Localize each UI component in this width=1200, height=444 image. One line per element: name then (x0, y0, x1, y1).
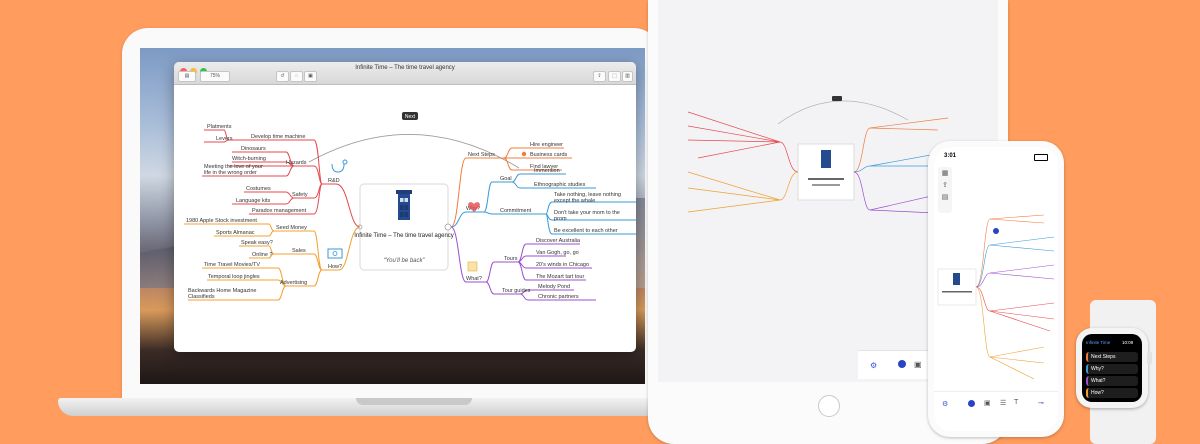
topic-safety[interactable]: Safety (292, 192, 308, 198)
topic-take-nothing-line-2: except the whale (554, 198, 595, 204)
sticky-note-icon (467, 261, 478, 272)
topic-next-steps[interactable]: Next Steps (468, 152, 495, 158)
police-box-icon (396, 190, 412, 220)
mindmap-canvas[interactable]: Next Infinite Time – The time travel age… (174, 84, 636, 352)
topic-discover-australia[interactable]: Discover Australia (536, 238, 581, 244)
topic-chicago[interactable]: 20's winds in Chicago (536, 262, 589, 268)
topic-costumes[interactable]: Costumes (246, 186, 271, 192)
watch-item-what[interactable]: What? (1086, 376, 1138, 386)
central-topic-title: Infinite Time – The time travel agency (354, 233, 454, 239)
topic-mozart[interactable]: The Mozart tart tour (536, 274, 584, 280)
iphone-add-icon[interactable] (968, 400, 975, 407)
topic-language-kits[interactable]: Language kits (236, 198, 270, 204)
topic-apple-stock[interactable]: 1980 Apple Stock investment (186, 218, 257, 224)
topic-advertising[interactable]: Advertising (280, 280, 307, 286)
topic-commitment[interactable]: Commitment (500, 208, 532, 214)
inspector-button[interactable]: ▥ (622, 71, 633, 82)
share-icon: ⇪ (597, 73, 602, 79)
sidebar-icon: ▤ (184, 73, 190, 79)
topic-hire-engineer[interactable]: Hire engineer (530, 142, 563, 148)
topic-chronic-partners[interactable]: Chronic partners (538, 294, 579, 300)
watch-item-next-steps[interactable]: Next Steps (1086, 352, 1138, 362)
topic-dinosaurs[interactable]: Dinosaurs (241, 146, 266, 152)
window-titlebar: Infinite Time – The time travel agency ▤… (174, 62, 636, 85)
watch-screen: Infinite Time 10:09 Next Steps Why? What… (1082, 334, 1142, 402)
topic-goal[interactable]: Goal (500, 176, 512, 182)
image-icon: ▣ (308, 73, 313, 79)
money-icon (327, 248, 343, 259)
iphone-mindmap-canvas[interactable] (934, 207, 1058, 407)
topic-immersion[interactable]: Immersion (534, 168, 560, 174)
topic-tour-guides[interactable]: Tour guides (502, 288, 531, 294)
topic-meeting-line-2: life in the wrong order (204, 170, 257, 176)
topic-platments[interactable]: Platments (207, 124, 232, 130)
topic-mom-line-2: prom (554, 216, 567, 222)
topic-seed-money[interactable]: Seed Money (276, 225, 307, 231)
iphone-toolbar: ⚙ ▣ ☰ T ⊸ (934, 391, 1058, 431)
topic-witch-burning[interactable]: Witch-burning (232, 156, 266, 162)
iphone-settings-icon[interactable]: ⚙ (942, 400, 948, 408)
topic-sales[interactable]: Sales (292, 248, 306, 254)
topic-develop-time-machine[interactable]: Develop time machine (251, 134, 305, 140)
iphone-navigate-icon[interactable]: ⊸ (1038, 399, 1044, 407)
iphone-text-icon[interactable]: ☰ (1000, 399, 1006, 407)
topic-hazards[interactable]: Hazards (286, 160, 307, 166)
ipad-image-icon[interactable]: ▣ (914, 360, 922, 369)
iphone-screen: 3:01 ▦ ⇪ ▤ ⚙ ▣ ☰ T ⊸ (934, 147, 1058, 431)
share-icon[interactable]: ⇪ (938, 181, 952, 189)
inspector-icon: ▥ (625, 73, 630, 79)
ipad-home-button[interactable] (818, 395, 840, 417)
priority-dot-icon (521, 151, 527, 157)
undo-button[interactable]: ↺ (276, 71, 289, 82)
undo-icon: ↺ (280, 73, 285, 79)
watch-item-why[interactable]: Why? (1086, 364, 1138, 374)
topic-tours[interactable]: Tours (504, 256, 518, 262)
topic-online[interactable]: Online ? (252, 252, 273, 258)
grid-icon[interactable]: ▦ (938, 169, 952, 177)
window-title: Infinite Time – The time travel agency (355, 65, 455, 71)
topic-rd[interactable]: R&D (328, 178, 340, 184)
topic-melody-pond[interactable]: Melody Pond (538, 284, 570, 290)
mac-app-window: Infinite Time – The time travel agency ▤… (174, 62, 636, 352)
topic-speak-easy[interactable]: Speak easy? (241, 240, 273, 246)
topic-time-travel-movies[interactable]: Time Travel Movies/TV (204, 262, 260, 268)
iphone-status-time: 3:01 (944, 153, 957, 159)
iphone-image-icon[interactable]: ▣ (984, 399, 991, 407)
central-topic-subtitle: “You’ll be back” (383, 258, 425, 264)
laptop-notch (356, 398, 472, 405)
share-button[interactable]: ⇪ (593, 71, 606, 82)
watch-time: 10:09 (1122, 340, 1134, 345)
topic-backwards-line-2: Classifieds (188, 294, 215, 300)
comment-button[interactable]: ◌ (290, 71, 303, 82)
stethoscope-icon (331, 159, 348, 173)
export-button[interactable]: ⬚ (608, 71, 621, 82)
battery-icon (1034, 154, 1048, 161)
topic-what[interactable]: What? (466, 276, 482, 282)
topic-van-gogh[interactable]: Van Gogh, go, go (536, 250, 579, 256)
export-icon: ⬚ (612, 73, 617, 79)
watch-app-name: Infinite Time (1086, 340, 1111, 345)
topic-paradox-management[interactable]: Paradox management (252, 208, 307, 214)
zoom-select[interactable]: 75% (200, 71, 230, 82)
image-button[interactable]: ▣ (304, 71, 317, 82)
ipad-add-icon[interactable] (898, 360, 906, 368)
sidebar-toggle-button[interactable]: ▤ (178, 71, 196, 82)
topic-ethnographic-studies[interactable]: Ethnographic studies (534, 182, 586, 188)
next-relation-label: Next (405, 114, 416, 120)
ipad-settings-icon[interactable]: ⚙ (870, 361, 877, 370)
watch-crown[interactable] (1147, 352, 1152, 364)
watch-item-how[interactable]: How? (1086, 388, 1138, 398)
collapse-handle[interactable] (444, 223, 452, 231)
topic-sports-almanac[interactable]: Sports Almanac (216, 230, 255, 236)
comment-icon: ◌ (295, 73, 298, 79)
topic-temporal-jingles[interactable]: Temporal loop jingles (208, 274, 260, 280)
document-icon[interactable]: ▤ (938, 193, 952, 201)
topic-be-excellent[interactable]: Be excellent to each other (554, 228, 618, 234)
topic-levers[interactable]: Levers (216, 136, 233, 142)
iphone-format-icon[interactable]: T (1014, 399, 1018, 406)
topic-how[interactable]: How? (328, 264, 342, 270)
topic-business-cards[interactable]: Business cards (530, 152, 568, 158)
